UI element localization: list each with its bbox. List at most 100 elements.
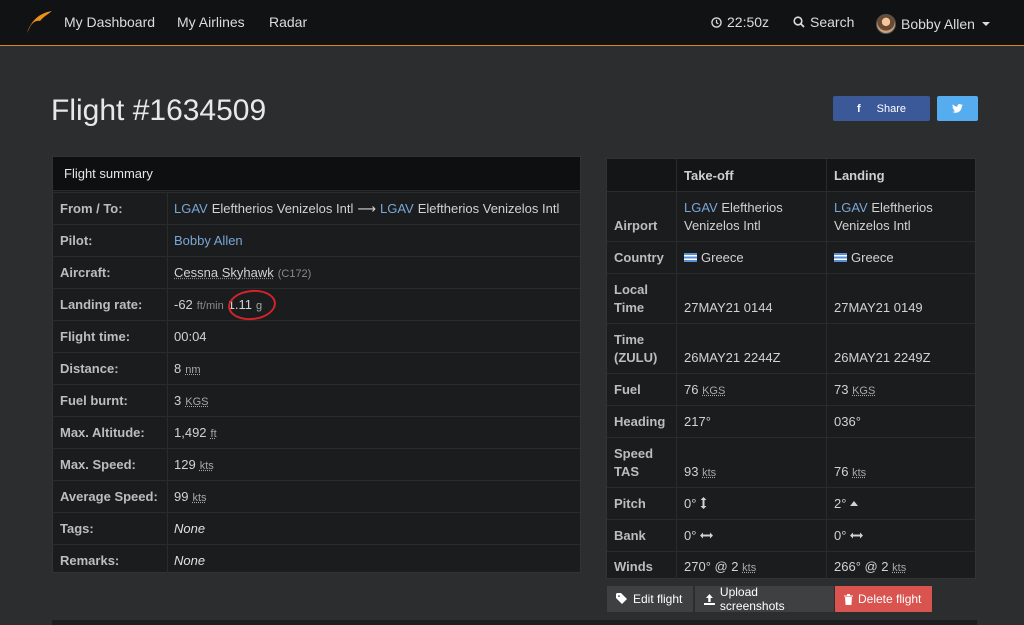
label: Time: [614, 332, 645, 347]
upload-screenshots-button[interactable]: Upload screenshots: [695, 585, 834, 613]
navbar: My Dashboard My Airlines Radar 22:50z Se…: [0, 0, 1024, 46]
landing-rate-value: -62: [174, 297, 193, 312]
fuel-burnt-value: 3: [174, 393, 182, 408]
search-icon: [793, 16, 805, 28]
flight-summary-panel: Flight summary From / To: LGAV Eleftheri…: [52, 156, 581, 576]
facebook-icon: f: [856, 102, 861, 115]
label: Speed: [614, 446, 654, 461]
label: Bank: [614, 528, 646, 543]
label: Local: [614, 282, 648, 297]
label: Average Speed:: [53, 481, 168, 512]
twitter-share-button[interactable]: [937, 96, 978, 121]
row-average-speed: Average Speed: 99 kts: [53, 480, 580, 512]
takeoff-fuel: 76: [684, 382, 699, 397]
edit-flight-label: Edit flight: [633, 592, 683, 606]
label: Fuel: [614, 382, 641, 397]
trash-icon: [844, 593, 853, 605]
from-airport-name: Eleftherios Venizelos Intl: [211, 200, 354, 216]
to-airport-name: Eleftherios Venizelos Intl: [417, 200, 560, 216]
row-airport: Airport LGAV Eleftherios Venizelos Intl …: [607, 191, 975, 241]
winds-unit: kts: [892, 562, 907, 574]
arrows-vertical-icon: [700, 497, 707, 509]
row-winds: Winds 270° @ 2 kts 266° @ 2 kts: [607, 551, 975, 580]
landing-airport-code[interactable]: LGAV: [834, 200, 868, 215]
takeoff-airport-code[interactable]: LGAV: [684, 200, 718, 215]
takeoff-local-time: 27MAY21 0144: [684, 300, 773, 315]
user-menu[interactable]: Bobby Allen: [876, 14, 990, 34]
label-2: (ZULU): [614, 350, 658, 365]
max-altitude-value: 1,492: [174, 425, 207, 440]
row-country: Country Greece Greece: [607, 241, 975, 273]
arrows-horizontal-icon: [700, 532, 714, 539]
label: Distance:: [53, 353, 168, 384]
distance-unit: nm: [185, 364, 201, 376]
label-2: TAS: [614, 464, 640, 479]
label: Heading: [614, 414, 666, 429]
remarks-value: None: [174, 553, 206, 568]
row-pitch: Pitch 0° 2°: [607, 487, 975, 519]
label: Country: [614, 250, 664, 265]
delete-flight-button[interactable]: Delete flight: [835, 586, 932, 612]
to-airport-code[interactable]: LGAV: [380, 201, 414, 216]
pilot-link[interactable]: Bobby Allen: [174, 233, 243, 248]
search-label: Search: [810, 14, 855, 30]
arrow-right-icon: ⟶: [357, 200, 376, 216]
label: Max. Speed:: [53, 449, 168, 480]
avg-speed-unit: kts: [192, 492, 207, 504]
row-fuel-burnt: Fuel burnt: 3 KGS: [53, 384, 580, 416]
row-max-speed: Max. Speed: 129 kts: [53, 448, 580, 480]
label: Pilot:: [53, 225, 168, 256]
row-tags: Tags: None: [53, 512, 580, 544]
upload-screenshots-label: Upload screenshots: [719, 585, 785, 613]
fuel-unit: KGS: [852, 385, 876, 397]
aircraft-name: Cessna Skyhawk: [174, 265, 274, 280]
winds-unit: kts: [742, 562, 757, 574]
tag-icon: [616, 593, 627, 604]
landing-fuel: 73: [834, 382, 849, 397]
landing-local-time: 27MAY21 0149: [834, 300, 923, 315]
twitter-icon: [952, 104, 963, 113]
table-header: Take-off Landing: [607, 159, 975, 191]
landing-rate-unit: ft/min: [196, 300, 224, 312]
takeoff-pitch: 0°: [684, 496, 697, 511]
edit-flight-button[interactable]: Edit flight: [607, 586, 693, 612]
landing-winds: 266° @ 2: [834, 559, 889, 574]
label: Tags:: [53, 513, 168, 544]
takeoff-winds: 270° @ 2: [684, 559, 739, 574]
label: Remarks:: [53, 545, 168, 576]
max-speed-unit: kts: [199, 460, 214, 472]
greece-flag-icon: [834, 253, 847, 262]
landing-pitch: 2°: [834, 496, 847, 511]
landing-heading: 036°: [834, 414, 861, 429]
row-bank: Bank 0° 0°: [607, 519, 975, 551]
clock: 22:50z: [711, 14, 769, 30]
facebook-share-button[interactable]: f Share: [833, 96, 930, 121]
landing-speed: 76: [834, 464, 849, 479]
logo-icon[interactable]: [25, 9, 53, 35]
label: Max. Altitude:: [53, 417, 168, 448]
label: Aircraft:: [53, 257, 168, 288]
nav-my-dashboard[interactable]: My Dashboard: [64, 14, 155, 30]
nav-my-airlines[interactable]: My Airlines: [177, 14, 245, 30]
chevron-down-icon: [981, 22, 990, 26]
row-landing-rate: Landing rate: -62 ft/min 1.11 g: [53, 288, 580, 320]
row-remarks: Remarks: None: [53, 544, 580, 576]
nav-radar[interactable]: Radar: [269, 14, 307, 30]
next-panel-edge: [52, 620, 977, 625]
label: Airport: [614, 218, 658, 233]
row-speed: Speed TAS 93 kts 76 kts: [607, 437, 975, 487]
row-distance: Distance: 8 nm: [53, 352, 580, 384]
row-zulu-time: Time (ZULU) 26MAY21 2244Z 26MAY21 2249Z: [607, 323, 975, 373]
fuel-burnt-unit: KGS: [185, 396, 209, 408]
header-landing: Landing: [834, 168, 885, 183]
from-airport-code[interactable]: LGAV: [174, 201, 208, 216]
landing-zulu-time: 26MAY21 2249Z: [834, 350, 931, 365]
search-link[interactable]: Search: [793, 14, 854, 30]
row-pilot: Pilot: Bobby Allen: [53, 224, 580, 256]
clock-time: 22:50z: [727, 14, 770, 30]
takeoff-zulu-time: 26MAY21 2244Z: [684, 350, 781, 365]
takeoff-airport-name: Eleftherios: [721, 200, 783, 215]
caret-up-icon: [850, 501, 859, 506]
row-fuel: Fuel 76 KGS 73 KGS: [607, 373, 975, 405]
header-takeoff: Take-off: [684, 168, 734, 183]
